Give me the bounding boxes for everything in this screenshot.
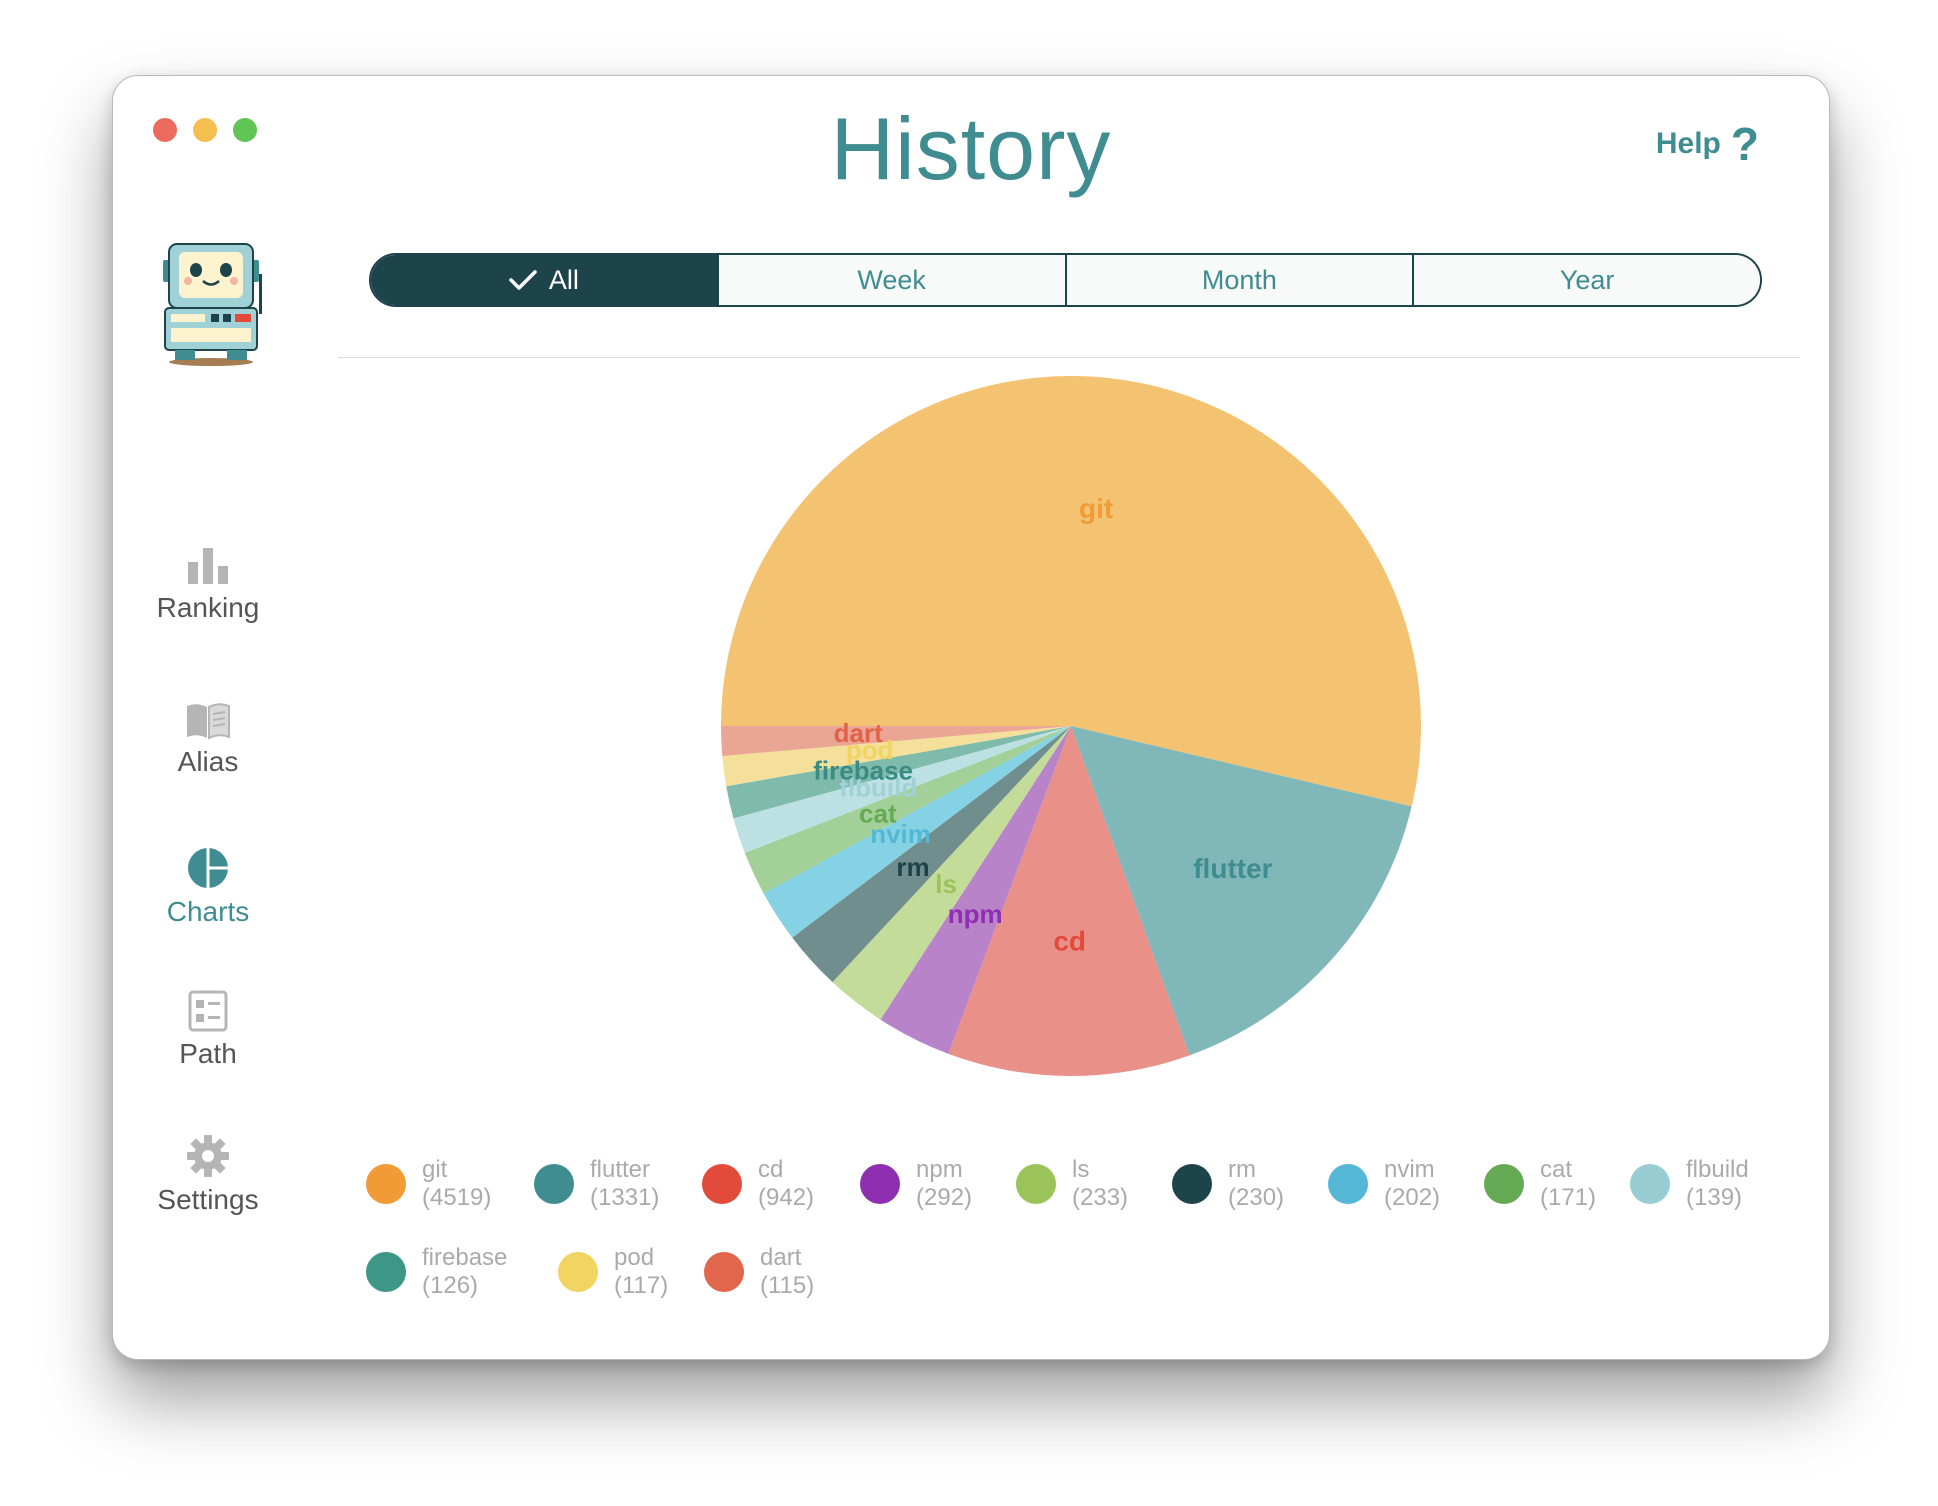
slice-label-ls: ls (935, 869, 957, 899)
legend-count: (126) (422, 1272, 479, 1299)
legend-text: ls (233) (1072, 1156, 1128, 1212)
legend-color-swatch (366, 1252, 406, 1292)
legend-color-swatch (1172, 1164, 1212, 1204)
slice-label-flutter: flutter (1193, 853, 1272, 884)
legend-count: (139) (1686, 1184, 1743, 1211)
legend-label: flutter (590, 1156, 651, 1183)
legend-color-swatch (534, 1164, 574, 1204)
legend-item-flutter: flutter (1331) (534, 1156, 659, 1212)
legend-label: firebase (422, 1244, 508, 1271)
legend-text: flutter (1331) (590, 1156, 659, 1212)
legend-label: cat (1540, 1156, 1573, 1183)
legend-text: rm (230) (1228, 1156, 1284, 1212)
legend-text: cat (171) (1540, 1156, 1596, 1212)
legend-count: (202) (1384, 1184, 1441, 1211)
legend-item-cat: cat (171) (1484, 1156, 1596, 1212)
legend-label: ls (1072, 1156, 1090, 1183)
slice-label-rm: rm (896, 852, 929, 882)
slice-label-npm: npm (948, 899, 1003, 929)
legend-item-cd: cd (942) (702, 1156, 814, 1212)
legend-item-dart: dart (115) (704, 1244, 814, 1300)
legend-text: flbuild (139) (1686, 1156, 1749, 1212)
legend-color-swatch (704, 1252, 744, 1292)
legend-item-git: git (4519) (366, 1156, 491, 1212)
legend-text: git (4519) (422, 1156, 491, 1212)
legend-text: cd (942) (758, 1156, 814, 1212)
legend-color-swatch (1630, 1164, 1670, 1204)
legend-item-npm: npm (292) (860, 1156, 972, 1212)
slice-label-cat: cat (859, 799, 897, 829)
legend-count: (942) (758, 1184, 815, 1211)
slice-label-cd: cd (1053, 925, 1086, 956)
legend-label: nvim (1384, 1156, 1435, 1183)
legend-text: pod (117) (614, 1244, 668, 1300)
legend-item-pod: pod (117) (558, 1244, 668, 1300)
legend-label: git (422, 1156, 448, 1183)
legend-color-swatch (1328, 1164, 1368, 1204)
legend-count: (292) (916, 1184, 973, 1211)
legend-item-flbuild: flbuild (139) (1630, 1156, 1749, 1212)
legend-text: npm (292) (916, 1156, 972, 1212)
legend-count: (230) (1228, 1184, 1285, 1211)
legend-item-ls: ls (233) (1016, 1156, 1128, 1212)
legend-label: flbuild (1686, 1156, 1749, 1183)
legend-color-swatch (558, 1252, 598, 1292)
legend-color-swatch (366, 1164, 406, 1204)
legend-item-firebase: firebase (126) (366, 1244, 507, 1300)
legend-count: (171) (1540, 1184, 1597, 1211)
legend-color-swatch (860, 1164, 900, 1204)
legend-count: (115) (760, 1272, 815, 1299)
legend-color-swatch (1484, 1164, 1524, 1204)
slice-label-dart: dart (834, 718, 883, 748)
slice-label-git: git (1079, 493, 1113, 524)
legend-label: npm (916, 1156, 963, 1183)
legend-count: (4519) (422, 1184, 492, 1211)
legend-item-nvim: nvim (202) (1328, 1156, 1440, 1212)
legend-color-swatch (1016, 1164, 1056, 1204)
legend-text: dart (115) (760, 1244, 814, 1300)
legend-text: firebase (126) (422, 1244, 507, 1300)
legend-count: (1331) (590, 1184, 660, 1211)
app-window: History Help ? Ranking Alias Charts Path… (112, 75, 1830, 1360)
legend-count: (117) (614, 1272, 669, 1299)
legend-text: nvim (202) (1384, 1156, 1440, 1212)
legend-label: pod (614, 1244, 655, 1271)
legend-label: rm (1228, 1156, 1256, 1183)
legend-item-rm: rm (230) (1172, 1156, 1284, 1212)
legend-count: (233) (1072, 1184, 1129, 1211)
legend-label: dart (760, 1244, 802, 1271)
legend-label: cd (758, 1156, 784, 1183)
legend-color-swatch (702, 1164, 742, 1204)
